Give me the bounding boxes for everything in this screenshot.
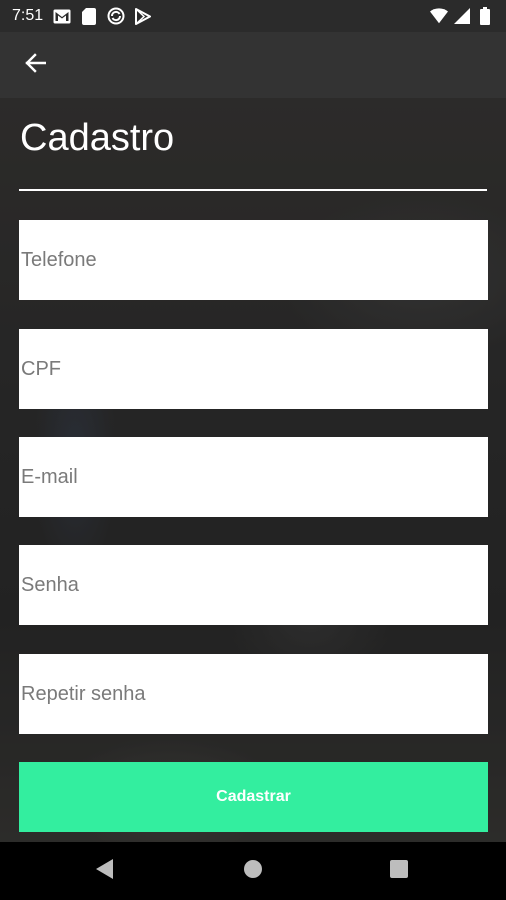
status-notification-icons bbox=[53, 7, 152, 25]
app-bar bbox=[0, 32, 506, 98]
sync-icon bbox=[107, 7, 125, 25]
play-store-icon bbox=[134, 7, 152, 25]
home-circle-icon bbox=[243, 859, 263, 884]
page-title: Cadastro bbox=[20, 117, 175, 159]
nav-recents-button[interactable] bbox=[382, 854, 416, 888]
back-button[interactable] bbox=[16, 46, 54, 84]
gmail-icon bbox=[53, 7, 71, 25]
recents-square-icon bbox=[390, 859, 408, 883]
sd-card-icon bbox=[80, 7, 98, 25]
senha-input[interactable] bbox=[19, 545, 488, 625]
email-input[interactable] bbox=[19, 437, 488, 517]
repetir-senha-input[interactable] bbox=[19, 654, 488, 734]
signup-screen: 7:51 Cadastro Telefone CPF E-mail Cadast… bbox=[0, 0, 506, 900]
arrow-back-icon bbox=[24, 52, 47, 79]
status-bar: 7:51 bbox=[0, 0, 506, 32]
back-triangle-icon bbox=[96, 858, 114, 884]
telefone-input[interactable] bbox=[19, 220, 488, 300]
signal-icon bbox=[453, 7, 471, 25]
status-time: 7:51 bbox=[12, 7, 44, 24]
cadastrar-button[interactable]: Cadastrar bbox=[19, 762, 488, 832]
battery-icon bbox=[476, 7, 494, 25]
status-system-icons bbox=[430, 7, 494, 25]
nav-back-button[interactable] bbox=[88, 854, 122, 888]
nav-home-button[interactable] bbox=[236, 854, 270, 888]
title-divider bbox=[19, 189, 487, 191]
cpf-input[interactable] bbox=[19, 329, 488, 409]
navigation-bar bbox=[0, 842, 506, 900]
wifi-icon bbox=[430, 7, 448, 25]
